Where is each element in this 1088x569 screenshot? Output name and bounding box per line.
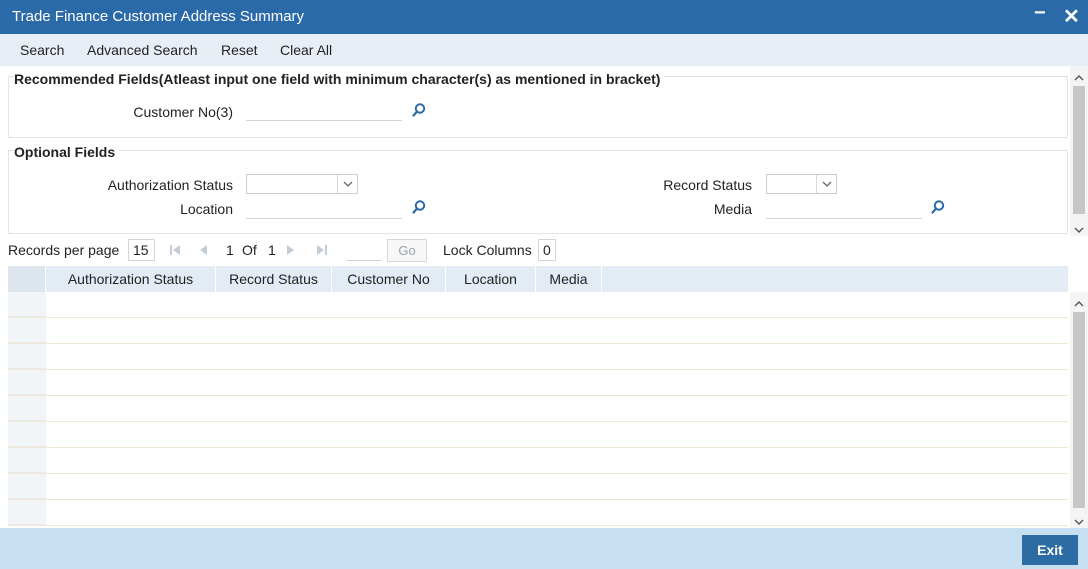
chevron-down-icon	[337, 175, 357, 193]
clear-all-button[interactable]: Clear All	[280, 42, 332, 58]
criteria-scrollbar[interactable]	[1070, 66, 1088, 236]
select-all-header[interactable]	[8, 266, 46, 292]
pagination-bar: Records per page 15 1 Of 1 Go Lock Colum…	[0, 236, 1088, 264]
total-pages: 1	[268, 242, 276, 258]
location-field[interactable]	[246, 197, 402, 219]
window-title: Trade Finance Customer Address Summary	[12, 8, 305, 25]
column-header-location[interactable]: Location	[446, 266, 536, 292]
row-selector[interactable]	[8, 344, 46, 369]
customer-no-label: Customer No(3)	[133, 104, 233, 120]
table-row[interactable]	[8, 318, 1068, 344]
media-search-icon[interactable]	[930, 199, 946, 215]
row-selector[interactable]	[8, 422, 46, 447]
authorization-status-select[interactable]	[246, 174, 358, 194]
search-criteria-panel: Recommended Fields(Atleast input one fie…	[0, 66, 1088, 236]
reset-button[interactable]: Reset	[221, 42, 258, 58]
customer-no-field[interactable]	[246, 99, 402, 121]
recommended-fields-title: Recommended Fields(Atleast input one fie…	[14, 71, 665, 87]
records-per-page-label: Records per page	[8, 242, 120, 258]
row-selector[interactable]	[8, 474, 46, 499]
row-selector[interactable]	[8, 396, 46, 421]
table-row[interactable]	[8, 422, 1068, 448]
table-row[interactable]	[8, 474, 1068, 500]
column-header-authorization-status[interactable]: Authorization Status	[46, 266, 216, 292]
record-status-select[interactable]	[766, 174, 837, 194]
current-page-number: 1	[226, 242, 234, 258]
location-label: Location	[180, 201, 233, 217]
table-row[interactable]	[8, 500, 1068, 526]
results-grid: Authorization Status Record Status Custo…	[8, 266, 1068, 528]
of-label: Of	[242, 242, 257, 258]
grid-header: Authorization Status Record Status Custo…	[8, 266, 1068, 292]
media-label: Media	[713, 201, 752, 217]
row-selector[interactable]	[8, 370, 46, 395]
minimize-button[interactable]: −	[1034, 2, 1046, 25]
scroll-down-icon[interactable]	[1074, 514, 1084, 525]
first-page-icon[interactable]	[168, 243, 182, 257]
row-selector[interactable]	[8, 500, 46, 525]
optional-fields-title: Optional Fields	[14, 144, 120, 160]
optional-fields-divider	[8, 150, 1068, 151]
table-row[interactable]	[8, 292, 1068, 318]
customer-no-search-icon[interactable]	[411, 102, 427, 118]
column-header-customer-no[interactable]: Customer No	[332, 266, 446, 292]
criteria-scrollbar-thumb[interactable]	[1073, 86, 1085, 214]
go-button[interactable]: Go	[387, 239, 427, 262]
table-row[interactable]	[8, 344, 1068, 370]
grid-scrollbar[interactable]	[1070, 292, 1088, 528]
scroll-up-icon[interactable]	[1074, 70, 1084, 81]
next-page-icon[interactable]	[284, 243, 298, 257]
column-header-media[interactable]: Media	[536, 266, 602, 292]
previous-page-icon[interactable]	[196, 243, 210, 257]
footer-bar: Exit	[0, 528, 1088, 569]
go-to-page-input[interactable]	[346, 239, 382, 261]
authorization-status-label: Authorization Status	[107, 177, 233, 193]
row-selector[interactable]	[8, 318, 46, 343]
exit-button[interactable]: Exit	[1022, 535, 1078, 565]
scroll-up-icon[interactable]	[1074, 296, 1084, 307]
grid-scrollbar-thumb[interactable]	[1073, 312, 1085, 508]
last-page-icon[interactable]	[315, 243, 329, 257]
table-row[interactable]	[8, 448, 1068, 474]
chevron-down-icon	[816, 175, 836, 193]
lock-columns-label: Lock Columns	[443, 242, 532, 258]
advanced-search-button[interactable]: Advanced Search	[87, 42, 198, 58]
location-search-icon[interactable]	[411, 199, 427, 215]
table-row[interactable]	[8, 396, 1068, 422]
toolbar: Search Advanced Search Reset Clear All	[0, 34, 1088, 66]
record-status-label: Record Status	[663, 177, 752, 193]
column-header-record-status[interactable]: Record Status	[216, 266, 332, 292]
search-button[interactable]: Search	[20, 42, 64, 58]
title-bar: Trade Finance Customer Address Summary −…	[0, 0, 1088, 34]
close-button[interactable]: ✕	[1063, 4, 1080, 29]
media-field[interactable]	[766, 197, 922, 219]
scroll-down-icon[interactable]	[1074, 222, 1084, 233]
row-selector[interactable]	[8, 292, 46, 317]
row-selector[interactable]	[8, 448, 46, 473]
lock-columns-input[interactable]: 0	[538, 239, 556, 261]
records-per-page-input[interactable]: 15	[128, 239, 155, 261]
table-row[interactable]	[8, 370, 1068, 396]
